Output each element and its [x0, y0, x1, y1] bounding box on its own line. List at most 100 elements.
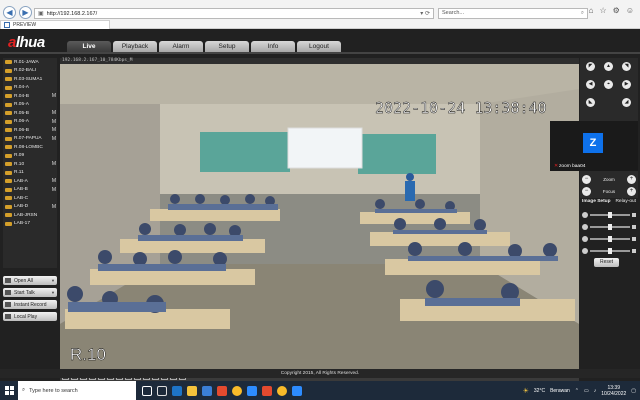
contrast-slider[interactable] [582, 222, 636, 231]
dropdown-arrow-icon[interactable]: ▼ [51, 278, 55, 283]
browser-tab[interactable]: PREVIEW [0, 20, 110, 29]
brightness-slider[interactable] [582, 210, 636, 219]
channel-item[interactable]: R.11 [3, 169, 57, 178]
start-talk-button[interactable]: Start Talk ▼ [3, 288, 57, 297]
channel-item[interactable]: R.10 M [3, 160, 57, 169]
instant-record-button[interactable]: Instant Record [3, 300, 57, 309]
clock[interactable]: 13:39 10/24/2022 [601, 385, 626, 397]
start-button[interactable] [0, 381, 18, 400]
contrast-icon [582, 223, 588, 230]
channel-item[interactable]: R.05-A [3, 101, 57, 110]
channel-item[interactable]: LAB-JRSN [3, 211, 57, 220]
channel-item[interactable]: R.03-SUMA1 [3, 75, 57, 84]
channel-item[interactable]: R.06-B M [3, 126, 57, 135]
slider-track[interactable] [590, 223, 630, 230]
notifications-icon[interactable]: ▢ [631, 388, 636, 394]
slider-knob[interactable] [608, 247, 612, 254]
focus-minus-button[interactable]: − [582, 186, 591, 196]
slider-knob[interactable] [608, 211, 612, 218]
chrome-icon[interactable] [232, 385, 242, 396]
chevron-up-icon[interactable]: ⌃ [575, 388, 579, 394]
smiley-icon[interactable]: ☺ [626, 6, 634, 15]
camera-icon [5, 77, 12, 82]
ptz-up-button[interactable]: ▲ [604, 62, 613, 71]
powerpoint-icon[interactable] [262, 385, 272, 396]
file-explorer-icon[interactable] [187, 385, 197, 396]
dropdown-arrow-icon[interactable]: ▼ [51, 290, 55, 295]
cortana-icon[interactable] [142, 385, 152, 396]
chrome-icon-2[interactable] [277, 385, 287, 396]
camera-icon [5, 119, 12, 124]
channel-item[interactable]: LAB-17 [3, 220, 57, 229]
search-icon[interactable]: ⌕ [581, 9, 584, 18]
office-icon[interactable] [217, 385, 227, 396]
reset-button[interactable]: Reset [594, 258, 619, 267]
forward-button[interactable]: ▶ [19, 6, 32, 19]
ptz-down-right-button[interactable]: ◢ [622, 98, 631, 107]
back-button[interactable]: ◀ [3, 6, 16, 19]
channel-item[interactable]: R.04-A [3, 84, 57, 93]
slider-knob[interactable] [608, 223, 612, 230]
ptz-up-left-button[interactable]: ◤ [586, 62, 595, 71]
favorites-icon[interactable]: ☆ [599, 6, 606, 15]
store-icon[interactable] [202, 385, 212, 396]
network-icon[interactable]: ▭ [584, 388, 589, 394]
address-bar[interactable]: ▣ http://192.168.2.167/ ▾ ⟳ [34, 8, 434, 19]
channel-label: LAB-JRSN [14, 212, 38, 218]
ptz-center-button[interactable]: ⌖ [604, 80, 613, 89]
saturation-slider[interactable] [582, 234, 636, 243]
channel-item[interactable]: R.08-LOMBC [3, 143, 57, 152]
channel-item[interactable]: R.05-B M [3, 109, 57, 118]
zoom-app-icon[interactable] [247, 385, 257, 396]
zoom-video-tile[interactable]: Z ✕zoom baa04 [550, 121, 638, 171]
channel-item[interactable]: R.07-PAPUA M [3, 135, 57, 144]
gear-icon[interactable]: ⚙ [613, 6, 620, 15]
channel-stream-mark: M [51, 118, 56, 125]
hue-slider[interactable] [582, 246, 636, 255]
slider-knob[interactable] [608, 235, 612, 242]
ptz-down-left-button[interactable]: ◣ [586, 98, 595, 107]
channel-item[interactable]: R.09 [3, 152, 57, 161]
ptz-up-right-button[interactable]: ◥ [622, 62, 631, 71]
weather-icon[interactable]: ☀ [523, 387, 529, 395]
local-play-button[interactable]: Local Play [3, 312, 57, 321]
channel-item[interactable]: LAB-C [3, 194, 57, 203]
channel-item[interactable]: LAB-B M [3, 186, 57, 195]
refresh-icon[interactable]: ▾ ⟳ [420, 10, 430, 17]
tab-image-setup[interactable]: Image Setup [582, 199, 611, 207]
tab-info[interactable]: Info [251, 41, 295, 52]
channel-item[interactable]: LAB-A M [3, 177, 57, 186]
zoom-app-icon-2[interactable] [292, 385, 302, 396]
zoom-out-button[interactable]: − [582, 174, 591, 184]
tab-live[interactable]: Live [67, 41, 111, 52]
channel-item[interactable]: R.02-BALI [3, 67, 57, 76]
task-view-icon[interactable] [157, 385, 167, 396]
volume-icon[interactable]: ♪ [594, 388, 597, 394]
ptz-right-button[interactable]: ▶ [622, 80, 631, 89]
channel-item[interactable]: LAB-D M [3, 203, 57, 212]
ptz-left-button[interactable]: ◀ [586, 80, 595, 89]
home-icon[interactable]: ⌂ [589, 6, 594, 15]
tab-alarm[interactable]: Alarm [159, 41, 203, 52]
slider-track[interactable] [590, 235, 630, 242]
zoom-in-button[interactable]: + [626, 174, 636, 184]
open-all-button[interactable]: Open All ▼ [3, 276, 57, 285]
tab-setup[interactable]: Setup [205, 41, 249, 52]
slider-track[interactable] [590, 211, 630, 218]
camera-icon [5, 196, 12, 201]
browser-search-input[interactable]: Search... ⌕ [438, 8, 588, 19]
saturation-icon [582, 235, 588, 242]
slider-track[interactable] [590, 247, 630, 254]
brightness-icon [582, 211, 588, 218]
focus-plus-button[interactable]: + [626, 186, 636, 196]
zoom-participant-name: ✕zoom baa04 [554, 164, 585, 169]
live-video-feed[interactable]: 2022-10-24 13:38:40 R.10 [60, 64, 579, 373]
tab-playback[interactable]: Playback [113, 41, 157, 52]
channel-item[interactable]: R.04-B M [3, 92, 57, 101]
tab-logout[interactable]: Logout [297, 41, 341, 52]
channel-item[interactable]: R.01-JAWA [3, 58, 57, 67]
channel-item[interactable]: R.06-A M [3, 118, 57, 127]
edge-icon[interactable] [172, 385, 182, 396]
taskbar-search-input[interactable]: ⌕ Type here to search [18, 381, 136, 400]
tab-relay-out[interactable]: Relay-out [615, 199, 636, 207]
